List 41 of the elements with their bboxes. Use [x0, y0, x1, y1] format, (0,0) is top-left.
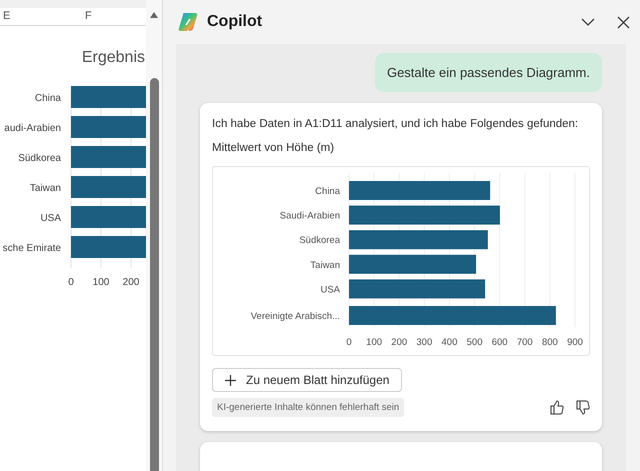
axis-label: Taiwan [30, 183, 61, 194]
close-icon[interactable] [617, 16, 630, 28]
tick-label: 600 [492, 337, 508, 348]
tick-label: 100 [366, 337, 382, 348]
axis-label: China [34, 93, 61, 104]
chart-title: Ergebnis [82, 49, 145, 66]
tick-label: 900 [567, 337, 583, 348]
tick-label: 700 [516, 337, 533, 348]
tick-label: 100 [92, 277, 110, 288]
tick-label: 200 [122, 277, 140, 288]
tick-label: 400 [442, 337, 458, 348]
axis-label: Saudi-Arabien [280, 210, 340, 222]
axis-label: China [315, 186, 340, 197]
column-header[interactable]: F [45, 8, 92, 25]
axis-label: sche Emirate [2, 243, 61, 254]
tick-label: 0 [68, 277, 74, 288]
response-text: Ich habe Daten in A1:D11 analysiert, und ich habe Folgendes gefunden: [212, 118, 580, 130]
logo-icon [177, 11, 199, 33]
add-to-sheet-button[interactable]: Zu neuem Blatt hinzufügen [212, 368, 402, 392]
tick-label: 800 [542, 337, 558, 348]
axis-label: USA [320, 284, 340, 296]
disclaimer-tag: KI-generierte Inhalte können fehlerhaft sein [212, 398, 404, 417]
axis-label: USA [40, 213, 61, 224]
thumbs-up-icon[interactable] [550, 400, 564, 415]
axis-label: Vereinigte Arabisch... [250, 311, 340, 322]
axis-label: Südkorea [18, 153, 61, 164]
scroll-up-icon[interactable] [150, 12, 158, 18]
axis-label: Taiwan [310, 260, 340, 271]
tick-label: 200 [391, 337, 408, 348]
thumbs-down-icon[interactable] [576, 400, 590, 415]
chart-title: Mittelwert von Höhe (m) [212, 142, 336, 154]
tick-label: 500 [466, 337, 482, 348]
axis-label: audi-Arabien [4, 123, 61, 134]
tick-label: 300 [416, 337, 432, 348]
plus-icon [225, 374, 236, 386]
column-header[interactable]: E [0, 8, 45, 25]
panel-title: Copilot [207, 13, 264, 31]
user-message: Gestalte ein passendes Diagramm. [374, 53, 602, 92]
axis-label: Südkorea [299, 235, 340, 246]
tick-label: 0 [346, 337, 352, 348]
scrollbar-thumb[interactable] [150, 78, 158, 471]
